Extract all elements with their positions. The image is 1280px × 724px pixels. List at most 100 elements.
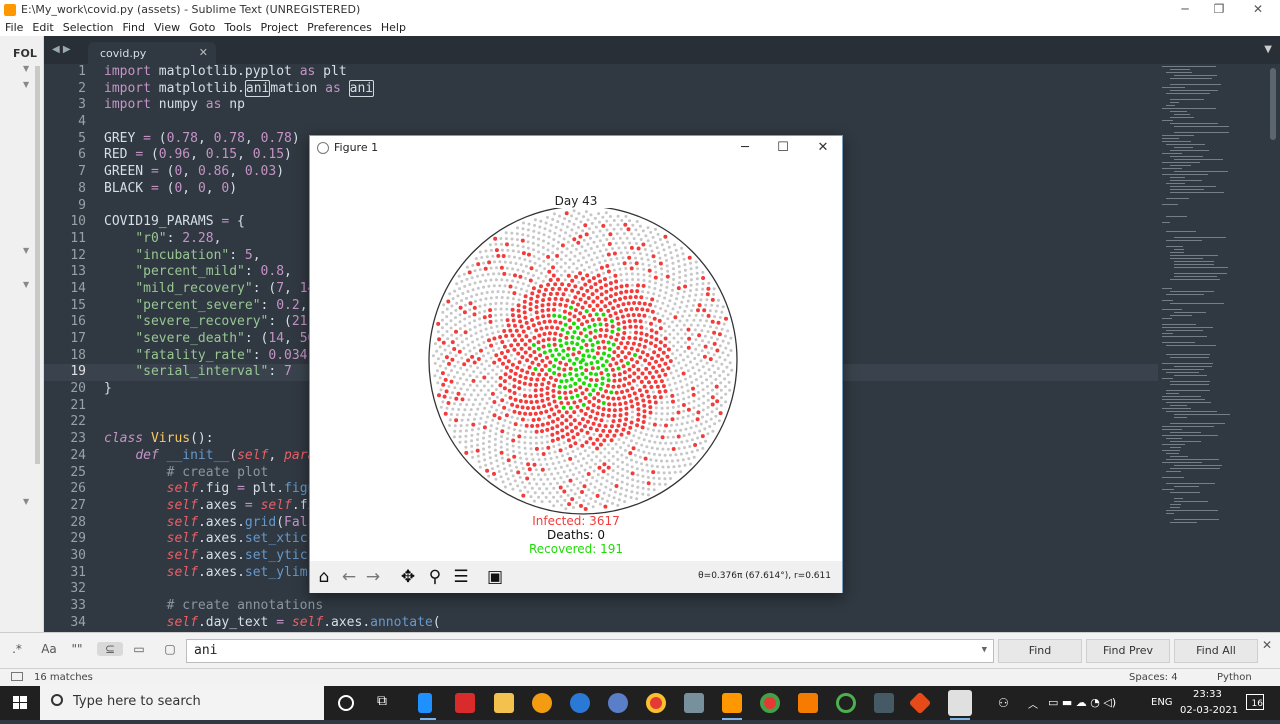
chevron-down-icon[interactable]: ▼ — [23, 64, 29, 73]
person-dot — [654, 406, 658, 410]
pan-icon[interactable]: ✥ — [397, 566, 419, 588]
chrome-icon[interactable] — [760, 693, 780, 713]
person-dot — [488, 319, 493, 324]
figure-window[interactable]: Figure 1 ─ ☐ ✕ Day 43 Infected: 3617 Dea… — [309, 135, 843, 593]
person-dot — [574, 455, 577, 459]
person-dot — [594, 428, 599, 432]
chevron-down-icon[interactable]: ▼ — [982, 645, 987, 655]
r-app-icon[interactable] — [608, 693, 628, 713]
editor-scrollbar[interactable] — [1270, 68, 1276, 140]
person-dot — [627, 351, 632, 356]
maximize-button[interactable]: ❐ — [1199, 0, 1239, 19]
person-dot — [549, 482, 553, 486]
configure-icon[interactable]: ☰ — [450, 566, 472, 588]
chevron-down-icon[interactable]: ▼ — [23, 497, 29, 506]
person-dot — [570, 340, 575, 345]
chevron-down-icon[interactable]: ▼ — [23, 280, 29, 289]
menu-find[interactable]: Find — [122, 21, 145, 34]
find-prev-button[interactable]: Find Prev — [1086, 639, 1170, 663]
close-button[interactable]: ✕ — [1238, 0, 1278, 19]
file-explorer-icon[interactable] — [494, 693, 514, 713]
whole-word-toggle[interactable]: "" — [64, 642, 90, 656]
person-dot — [661, 384, 666, 389]
chevron-up-icon[interactable]: ︿ — [1028, 696, 1038, 711]
search-app-icon[interactable] — [532, 693, 552, 713]
people-icon[interactable]: ⚇ — [998, 696, 1009, 710]
indentation-setting[interactable]: Spaces: 4 — [1129, 672, 1178, 683]
person-dot — [635, 460, 638, 464]
minimize-button[interactable]: ─ — [730, 138, 760, 158]
settings-app-icon[interactable] — [684, 693, 704, 713]
menu-goto[interactable]: Goto — [189, 21, 215, 34]
forward-icon[interactable]: → — [362, 566, 384, 588]
pdf-app-icon[interactable] — [455, 693, 475, 713]
person-dot — [522, 381, 527, 386]
tab-nav-arrows[interactable]: ◀ ▶ — [52, 44, 71, 55]
menu-file[interactable]: File — [5, 21, 23, 34]
system-tray-icons[interactable]: ▭ ▬ ☁ ◔ ◁) — [1048, 696, 1116, 709]
find-all-button[interactable]: Find All — [1174, 639, 1258, 663]
terminal-icon[interactable] — [874, 693, 894, 713]
person-dot — [519, 456, 522, 460]
menu-help[interactable]: Help — [381, 21, 406, 34]
person-dot — [537, 237, 540, 241]
phone-icon[interactable] — [418, 693, 432, 713]
clock-time[interactable]: 23:33 — [1193, 689, 1222, 700]
panel-icon[interactable] — [11, 672, 23, 681]
wrap-toggle[interactable]: ⊆ — [97, 642, 123, 656]
find-button[interactable]: Find — [998, 639, 1082, 663]
person-dot — [706, 398, 710, 402]
windows-start-button[interactable] — [0, 686, 40, 720]
app-icon[interactable] — [798, 693, 818, 713]
syntax-setting[interactable]: Python — [1217, 672, 1252, 683]
menu-edit[interactable]: Edit — [32, 21, 53, 34]
taskbar-search[interactable]: Type here to search — [40, 686, 324, 720]
person-dot — [618, 402, 623, 407]
save-icon[interactable]: ▣ — [484, 566, 506, 588]
sync-app-icon[interactable] — [836, 693, 856, 713]
person-dot — [637, 313, 642, 318]
find-input[interactable]: ani ▼ — [186, 639, 994, 663]
task-view-icon[interactable]: ⧉ — [377, 693, 397, 713]
minimap-line — [1162, 300, 1173, 301]
zoom-icon[interactable]: ⚲ — [424, 566, 446, 588]
tab-covid-py[interactable]: covid.py ✕ — [88, 42, 216, 64]
person-dot — [578, 234, 583, 239]
notification-icon[interactable]: 16 — [1246, 694, 1264, 710]
close-icon[interactable]: ✕ — [1262, 638, 1272, 652]
case-toggle[interactable]: Aa — [36, 642, 62, 656]
matplotlib-taskbar-icon[interactable] — [948, 690, 972, 716]
polar-plot[interactable] — [310, 208, 842, 528]
chevron-down-icon[interactable]: ▼ — [1264, 44, 1272, 55]
menu-tools[interactable]: Tools — [224, 21, 251, 34]
menu-view[interactable]: View — [154, 21, 180, 34]
person-dot — [534, 281, 538, 285]
figure-title-bar[interactable]: Figure 1 ─ ☐ ✕ — [310, 136, 842, 160]
home-icon[interactable]: ⌂ — [313, 566, 335, 588]
sidebar-scrollbar[interactable] — [35, 66, 40, 464]
chevron-down-icon[interactable]: ▼ — [23, 80, 29, 89]
cortana-icon[interactable] — [338, 695, 354, 711]
minimap[interactable] — [1158, 64, 1268, 632]
menu-selection[interactable]: Selection — [63, 21, 114, 34]
person-dot — [637, 436, 641, 440]
regex-toggle[interactable]: .* — [4, 642, 30, 656]
close-icon[interactable]: ✕ — [199, 46, 208, 59]
minimap-line — [1162, 87, 1185, 88]
person-dot — [688, 314, 691, 318]
in-selection-toggle[interactable]: ▭ — [126, 642, 152, 656]
folder-sidebar[interactable]: FOL ▼ ▼ ▼ ▼ ▼ — [0, 36, 44, 664]
menu-preferences[interactable]: Preferences — [307, 21, 372, 34]
back-icon[interactable]: ← — [338, 566, 360, 588]
maximize-button[interactable]: ☐ — [768, 138, 798, 158]
chevron-down-icon[interactable]: ▼ — [23, 246, 29, 255]
git-icon[interactable] — [908, 691, 932, 715]
highlight-toggle[interactable]: ▢ — [157, 642, 183, 656]
chrome-icon[interactable] — [646, 693, 666, 713]
clock-date[interactable]: 02-03-2021 — [1180, 705, 1238, 716]
sublime-taskbar-icon[interactable] — [722, 693, 742, 713]
close-button[interactable]: ✕ — [808, 138, 838, 158]
language-indicator[interactable]: ENG — [1151, 697, 1173, 708]
word-app-icon[interactable] — [570, 693, 590, 713]
menu-project[interactable]: Project — [261, 21, 299, 34]
